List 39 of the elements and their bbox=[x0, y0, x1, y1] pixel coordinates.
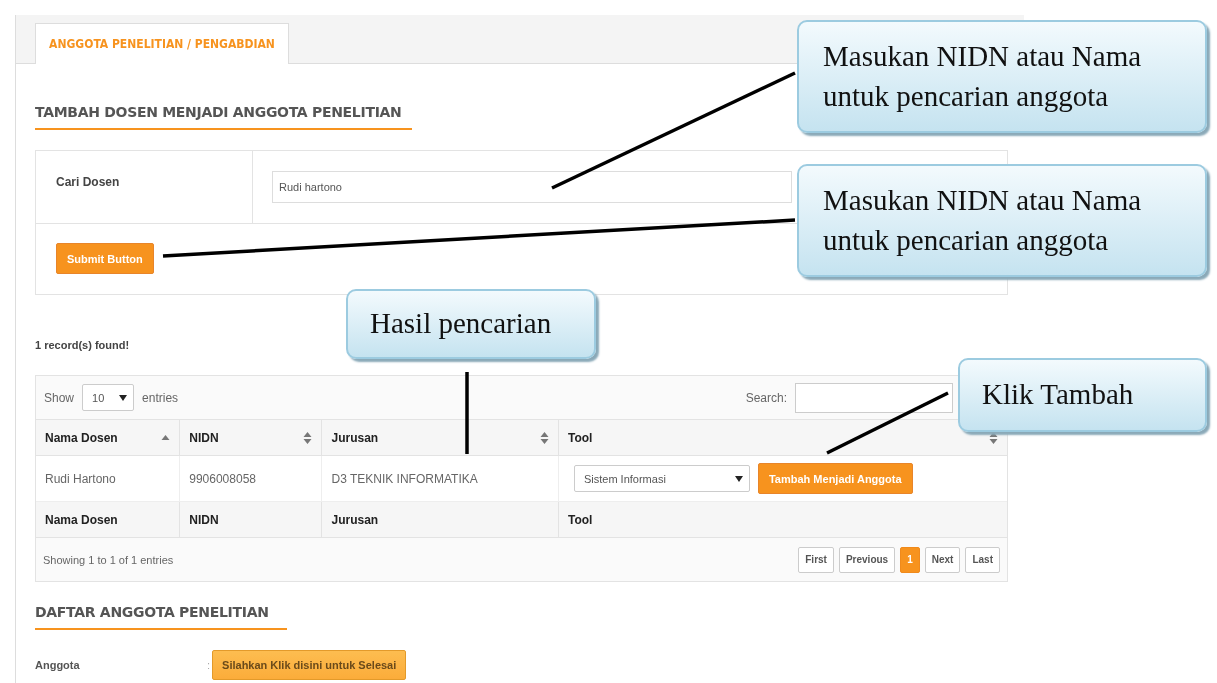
callout: Masukan NIDN atau Nama untuk pencarian anggota bbox=[797, 20, 1207, 133]
column-footer: Nama Dosen bbox=[36, 501, 180, 538]
program-select[interactable]: Sistem Informasi bbox=[573, 465, 750, 492]
entries-select[interactable]: 10 bbox=[82, 384, 135, 411]
column-header[interactable]: Jurusan bbox=[322, 419, 559, 456]
column-header[interactable]: NIDN bbox=[179, 419, 322, 456]
table-cell: 9906008058 bbox=[179, 455, 322, 502]
search-label: Search: bbox=[745, 390, 787, 405]
search-field[interactable]: Rudi hartono bbox=[272, 171, 792, 203]
page-button[interactable]: Last bbox=[965, 546, 1000, 573]
table-cell: D3 TEKNIK INFORMATIKA bbox=[322, 455, 559, 502]
column-header[interactable]: Tool bbox=[558, 419, 1007, 456]
table-info: Showing 1 to 1 of 1 entries bbox=[43, 553, 174, 566]
column-footer: Tool bbox=[558, 501, 1007, 538]
show-label: Show bbox=[44, 390, 75, 405]
field-label: Anggota bbox=[35, 659, 81, 671]
sort-icon[interactable] bbox=[539, 430, 549, 445]
page-button[interactable]: Next bbox=[924, 546, 961, 573]
separator-text: : bbox=[207, 659, 211, 671]
result-count: 1 record(s) found! bbox=[35, 339, 131, 351]
section-heading: TAMBAH DOSEN MENJADI ANGGOTA PENELITIAN bbox=[35, 104, 412, 130]
table-search-field[interactable] bbox=[795, 382, 953, 413]
callout: Hasil pencarian bbox=[346, 289, 596, 359]
page-button[interactable]: Previous bbox=[838, 546, 896, 573]
page-button[interactable]: First bbox=[798, 546, 834, 573]
field-label: Cari Dosen bbox=[36, 151, 253, 223]
caret-icon bbox=[734, 475, 743, 482]
column-header[interactable]: Nama Dosen bbox=[36, 419, 180, 456]
sort-icon[interactable] bbox=[989, 430, 998, 445]
finish-button[interactable]: Silahkan Klik disini untuk Selesai bbox=[212, 650, 407, 680]
entries-label: entries bbox=[142, 390, 179, 405]
callout: Masukan NIDN atau Nama untuk pencarian anggota bbox=[797, 164, 1207, 277]
section-heading: DAFTAR ANGGOTA PENELITIAN bbox=[35, 604, 287, 630]
caret-icon bbox=[119, 394, 128, 401]
column-footer: Jurusan bbox=[322, 501, 559, 538]
sort-icon[interactable] bbox=[303, 430, 313, 445]
callout: Klik Tambah bbox=[958, 358, 1207, 432]
table-cell: Rudi Hartono bbox=[36, 455, 180, 502]
column-footer: NIDN bbox=[179, 501, 322, 538]
